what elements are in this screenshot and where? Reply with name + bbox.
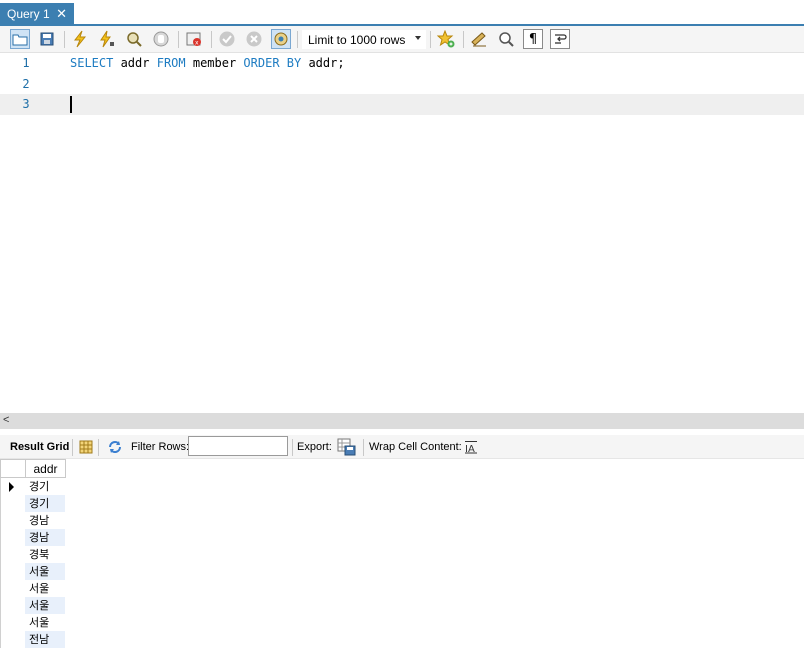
line-number: 3	[22, 97, 30, 111]
row-header[interactable]	[0, 512, 25, 529]
sql-text: member	[185, 56, 244, 70]
query-toolbar: x Limit to 1000 rows ¶	[0, 26, 804, 53]
result-grid-tab[interactable]: Result Grid	[10, 441, 69, 453]
editor-line: 2	[0, 74, 804, 95]
toolbar-separator	[363, 439, 364, 456]
table-cell[interactable]: 서울	[25, 563, 65, 580]
current-row-arrow-icon	[9, 482, 14, 492]
table-cell[interactable]: 서울	[25, 580, 65, 597]
row-header[interactable]	[0, 631, 25, 648]
table-row[interactable]: 경기	[0, 495, 66, 512]
export-icon[interactable]	[337, 438, 357, 459]
sql-keyword: SELECT	[70, 56, 114, 70]
table-cell[interactable]: 서울	[25, 597, 65, 614]
filter-rows-label: Filter Rows:	[131, 441, 190, 453]
table-cell[interactable]: 전남	[25, 631, 65, 648]
sql-text: addr	[113, 56, 157, 70]
wrap-cell-content-label: Wrap Cell Content:	[369, 441, 462, 453]
text-caret	[70, 96, 72, 113]
row-header[interactable]	[0, 546, 25, 563]
toolbar-separator	[211, 31, 212, 48]
table-row[interactable]: 경기	[0, 478, 66, 495]
toolbar-separator	[292, 439, 293, 456]
grid-layout-icon[interactable]	[79, 440, 93, 457]
tab-title: Query 1	[7, 6, 50, 21]
table-row[interactable]: 서울	[0, 580, 66, 597]
editor-line-active: 3	[0, 94, 804, 115]
wrap-cell-toggle-icon[interactable]: IA	[464, 440, 478, 457]
word-wrap-icon[interactable]	[550, 29, 570, 49]
stop-on-error-icon[interactable]: x	[184, 29, 204, 49]
editor-horizontal-scrollbar[interactable]: <	[0, 413, 804, 429]
sql-statement[interactable]: SELECT addr FROM member ORDER BY addr;	[70, 56, 345, 70]
result-grid[interactable]: addr 경기 경기 경남 경남 경북 서울 서울 서울 서울 전남	[0, 459, 804, 667]
table-row[interactable]: 경남	[0, 512, 66, 529]
table-row[interactable]: 전남	[0, 631, 66, 648]
table-cell[interactable]: 서울	[25, 614, 65, 631]
find-magnifier-icon[interactable]	[496, 29, 516, 49]
line-number: 2	[22, 77, 30, 91]
table-row[interactable]: 서울	[0, 563, 66, 580]
chevron-down-icon	[415, 36, 421, 40]
filter-rows-input[interactable]	[188, 436, 288, 456]
tab-bar: Query 1 ✕	[0, 0, 804, 26]
editor-line: 1 SELECT addr FROM member ORDER BY addr;	[0, 53, 804, 74]
stop-hand-icon[interactable]	[151, 29, 171, 49]
close-tab-icon[interactable]: ✕	[56, 6, 67, 22]
rollback-x-icon[interactable]	[244, 29, 264, 49]
svg-text:x: x	[195, 40, 199, 47]
tab-query-1[interactable]: Query 1 ✕	[0, 3, 74, 24]
row-header[interactable]	[0, 580, 25, 597]
toolbar-separator	[98, 439, 99, 456]
table-cell[interactable]: 경기	[25, 495, 65, 512]
sql-text: addr;	[301, 56, 345, 70]
invisible-characters-pilcrow-icon[interactable]: ¶	[523, 29, 543, 49]
grid-corner	[0, 459, 26, 478]
toolbar-separator	[178, 31, 179, 48]
sql-editor[interactable]: 1 SELECT addr FROM member ORDER BY addr;…	[0, 53, 804, 413]
table-cell[interactable]: 경남	[25, 512, 65, 529]
toolbar-separator	[72, 439, 73, 456]
autocommit-toggle-icon[interactable]	[271, 29, 291, 49]
limit-rows-label: Limit to 1000 rows	[308, 32, 406, 47]
explain-magnifier-icon[interactable]	[124, 29, 144, 49]
execute-current-statement-icon[interactable]	[97, 29, 117, 49]
row-header[interactable]	[0, 495, 25, 512]
beautify-broom-icon[interactable]	[469, 29, 489, 49]
toolbar-separator	[297, 31, 298, 48]
table-cell[interactable]: 경남	[25, 529, 65, 546]
execute-lightning-icon[interactable]	[70, 29, 90, 49]
table-cell[interactable]: 경기	[25, 478, 65, 495]
row-header[interactable]	[0, 597, 25, 614]
sql-keyword: ORDER BY	[243, 56, 302, 70]
scroll-left-arrow-icon[interactable]: <	[3, 414, 9, 426]
open-folder-icon[interactable]	[10, 29, 30, 49]
table-row[interactable]: 경북	[0, 546, 66, 563]
row-header[interactable]	[0, 478, 25, 495]
table-cell[interactable]: 경북	[25, 546, 65, 563]
add-snippet-star-icon[interactable]	[436, 29, 456, 49]
commit-check-icon[interactable]	[217, 29, 237, 49]
line-number: 1	[22, 56, 30, 70]
limit-rows-select[interactable]: Limit to 1000 rows	[302, 30, 426, 49]
sql-keyword: FROM	[156, 56, 186, 70]
row-header[interactable]	[0, 529, 25, 546]
result-toolbar: Result Grid Filter Rows: Export: Wrap Ce…	[0, 435, 804, 459]
table-row[interactable]: 경남	[0, 529, 66, 546]
table-row[interactable]: 서울	[0, 597, 66, 614]
row-header[interactable]	[0, 563, 25, 580]
toolbar-separator	[64, 31, 65, 48]
table-row[interactable]: 서울	[0, 614, 66, 631]
save-icon[interactable]	[37, 29, 57, 49]
export-label: Export:	[297, 441, 332, 453]
toolbar-separator	[463, 31, 464, 48]
row-header[interactable]	[0, 614, 25, 631]
toolbar-separator	[430, 31, 431, 48]
refresh-icon[interactable]	[107, 439, 123, 458]
column-header-addr[interactable]: addr	[25, 459, 66, 478]
